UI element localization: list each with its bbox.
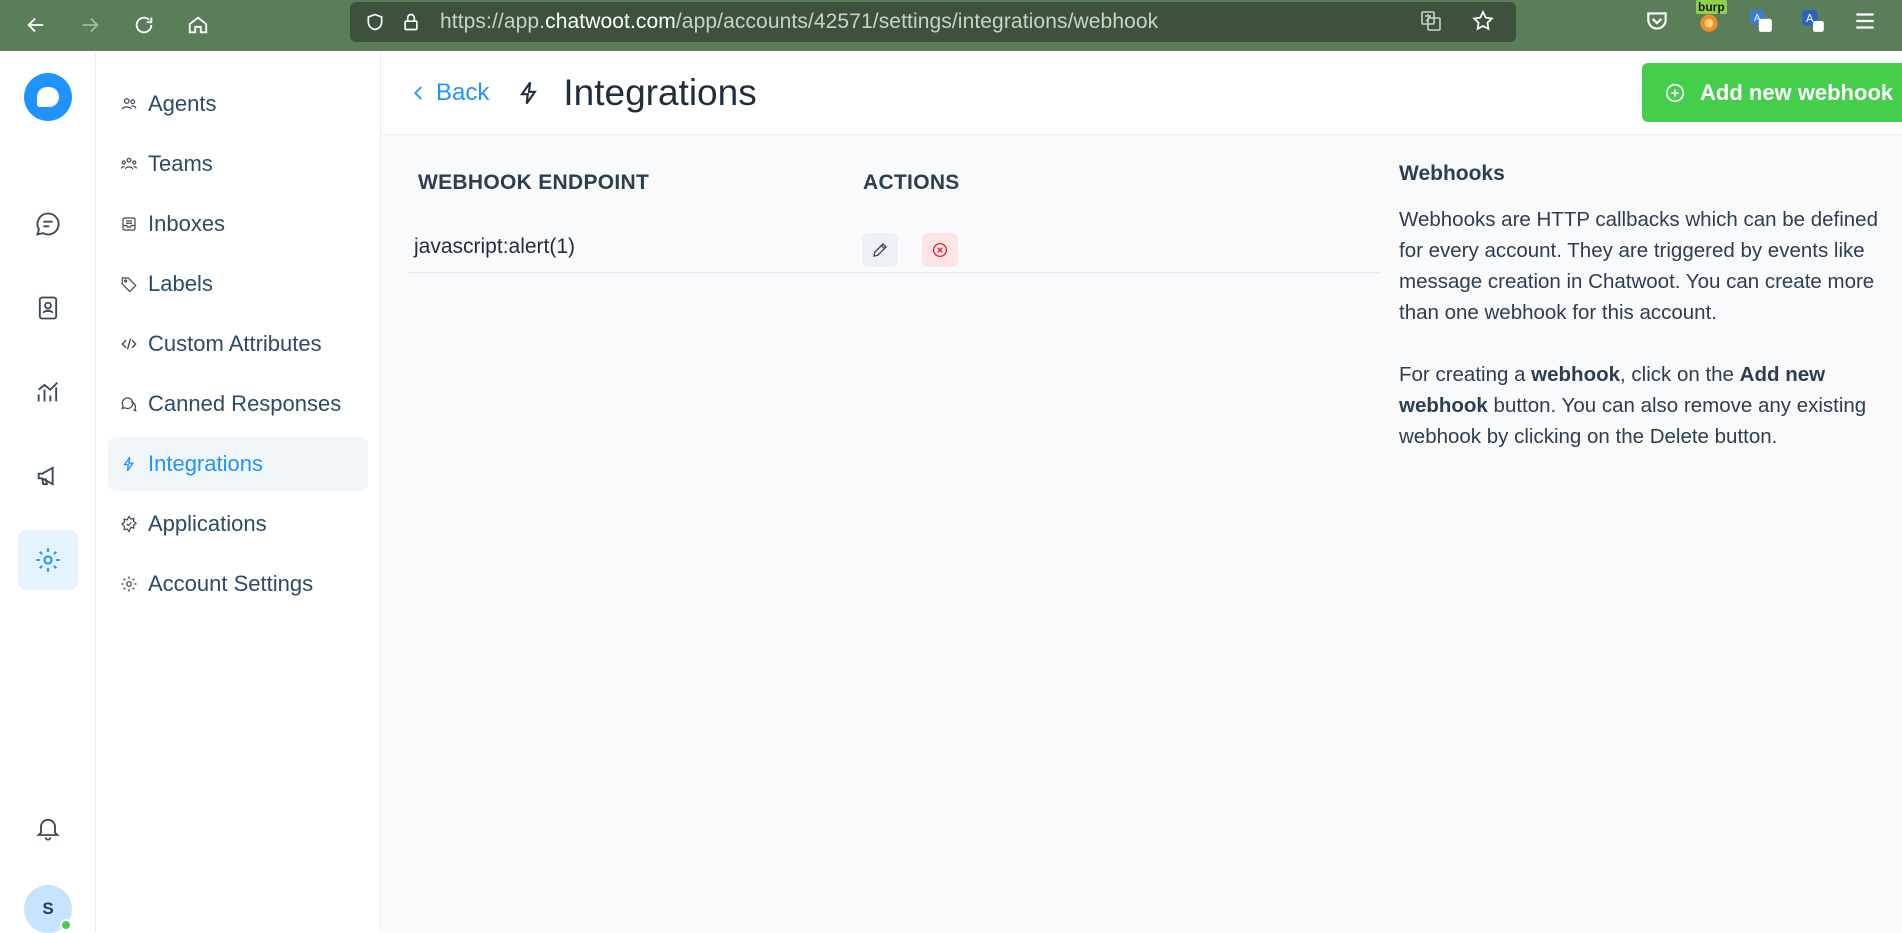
add-new-webhook-button[interactable]: Add new webhook [1642,63,1902,122]
info-title: Webhooks [1399,162,1505,185]
chevron-left-icon [413,85,422,100]
table-row: javascript:alert(1) [408,221,1380,273]
sidebar-item-custom-attributes[interactable]: Custom Attributes [108,317,368,371]
lightning-icon [515,79,543,107]
home-icon[interactable] [180,7,216,43]
gear-icon [121,576,137,592]
teams-icon [120,157,138,170]
sidebar-item-label: Custom Attributes [148,331,322,356]
sidebar-item-teams[interactable]: Teams [108,137,368,191]
close-circle-icon [932,242,948,258]
page-title: Integrations [563,71,757,113]
contacts-icon[interactable] [18,278,78,338]
browser-toolbar: https://app.chatwoot.com/app/accounts/42… [0,0,1902,51]
edit-webhook-button[interactable] [862,233,898,267]
url-path: /app/accounts/42571/settings/integration… [675,10,1159,33]
chat-bubbles-icon [121,397,137,412]
info-text: For creating a [1399,363,1532,386]
reload-icon[interactable] [126,7,162,43]
burp-extension-icon[interactable]: burp [1692,0,1727,38]
info-text: , click on the [1620,363,1740,386]
translate-extension-2-icon[interactable]: A [1796,4,1830,38]
back-arrow-icon[interactable] [18,7,54,43]
menu-icon[interactable] [1848,4,1882,38]
sidebar-item-inboxes[interactable]: Inboxes [108,197,368,251]
bookmark-star-icon[interactable] [1470,8,1496,34]
url-prefix: https://app. [440,10,546,33]
column-header-endpoint: WEBHOOK ENDPOINT [418,171,650,194]
chatwoot-logo[interactable] [24,73,72,121]
agents-icon [121,98,137,110]
sidebar-item-label: Inboxes [148,211,226,236]
sidebar-item-labels[interactable]: Labels [108,257,368,311]
add-new-webhook-label: Add new webhook [1700,79,1894,105]
sidebar-item-label: Agents [148,91,217,116]
sidebar-item-canned-responses[interactable]: Canned Responses [108,377,368,431]
star-badge-icon [120,515,138,533]
campaigns-icon[interactable] [18,446,78,506]
info-paragraph-2: For creating a webhook, click on the Add… [1399,359,1889,452]
reports-icon[interactable] [18,362,78,422]
sidebar-item-label: Integrations [148,451,263,476]
lightning-icon [123,456,135,472]
sidebar-item-integrations[interactable]: Integrations [108,437,368,491]
svg-text:A: A [1806,12,1814,25]
translate-extension-icon[interactable]: A [1744,4,1778,38]
back-label: Back [436,78,490,106]
webhooks-info-panel: Webhooks Webhooks are HTTP callbacks whi… [1399,162,1889,452]
sidebar-item-label: Account Settings [148,571,314,596]
sidebar-item-label: Labels [148,271,213,296]
url-text[interactable]: https://app.chatwoot.com/app/accounts/42… [440,10,1158,34]
main-content: WEBHOOK ENDPOINT ACTIONS javascript:aler… [382,135,1902,932]
info-bold-text: webhook [1531,363,1621,386]
sidebar-item-account-settings[interactable]: Account Settings [108,557,368,611]
settings-sidebar: Agents Teams Inboxes Labels Custom Attri… [96,51,381,932]
info-paragraph-1: Webhooks are HTTP callbacks which can be… [1399,208,1878,324]
page-header: Back Integrations Add new webhook [382,51,1902,135]
delete-webhook-button[interactable] [922,233,958,267]
forward-arrow-icon[interactable] [72,7,108,43]
avatar-initial: S [42,899,54,918]
avatar[interactable]: S [24,885,72,933]
settings-icon[interactable] [18,530,78,590]
pocket-icon[interactable] [1640,4,1674,38]
sidebar-item-label: Teams [148,151,213,176]
conversations-icon[interactable] [18,194,78,254]
back-button[interactable]: Back [410,79,489,107]
inbox-icon [122,217,136,231]
sidebar-item-applications[interactable]: Applications [108,497,368,551]
online-status-dot [60,919,72,931]
translate-icon[interactable] [1418,8,1444,34]
primary-sidebar: S [0,51,96,933]
url-bar[interactable]: https://app.chatwoot.com/app/accounts/42… [350,2,1516,42]
extension-badge: burp [1696,0,1727,14]
code-icon [121,338,137,350]
notifications-bell-icon[interactable] [18,798,78,858]
sidebar-item-label: Canned Responses [148,391,342,416]
pencil-icon [873,243,887,257]
plus-circle-icon [1665,83,1685,102]
sidebar-item-agents[interactable]: Agents [108,77,368,131]
column-header-actions: ACTIONS [863,171,960,194]
shield-icon[interactable] [362,9,388,35]
webhook-endpoint-cell: javascript:alert(1) [414,235,576,258]
sidebar-item-label: Applications [148,511,267,536]
lock-icon[interactable] [398,9,424,35]
label-icon [121,277,137,293]
url-host: chatwoot.com [545,10,676,33]
